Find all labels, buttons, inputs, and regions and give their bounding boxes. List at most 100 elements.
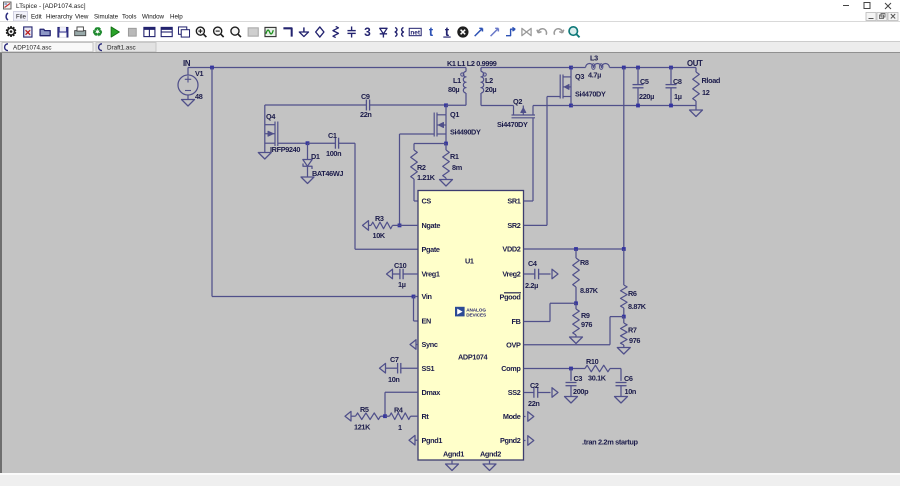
svg-text:100n: 100n xyxy=(326,149,341,158)
svg-text:Si4490DY: Si4490DY xyxy=(450,128,481,137)
svg-text:Rload: Rload xyxy=(702,76,721,85)
svg-text:Vreg2: Vreg2 xyxy=(502,270,520,279)
svg-text:EN: EN xyxy=(422,317,432,326)
svg-text:8m: 8m xyxy=(452,163,463,172)
svg-text:IN: IN xyxy=(183,59,191,68)
svg-text:C5: C5 xyxy=(640,77,649,86)
svg-text:♻: ♻ xyxy=(92,25,103,39)
svg-text:D1: D1 xyxy=(311,152,320,161)
svg-text:t: t xyxy=(429,24,434,39)
svg-text:R10: R10 xyxy=(586,357,599,366)
svg-text:Sync: Sync xyxy=(422,340,438,349)
svg-text:20µ: 20µ xyxy=(485,85,496,94)
svg-text:BAT46WJ: BAT46WJ xyxy=(312,169,343,178)
svg-text:Dmax: Dmax xyxy=(422,388,441,397)
svg-text:C1: C1 xyxy=(328,131,337,140)
svg-text:2.2µ: 2.2µ xyxy=(525,281,538,290)
svg-text:Ngate: Ngate xyxy=(422,221,441,230)
svg-text:Si4470DY: Si4470DY xyxy=(575,90,606,99)
svg-text:View: View xyxy=(75,14,89,21)
svg-text:R8: R8 xyxy=(580,258,589,267)
svg-text:30.1K: 30.1K xyxy=(588,374,607,383)
svg-text:121K: 121K xyxy=(354,423,371,432)
svg-text:Q2: Q2 xyxy=(513,97,522,106)
svg-text:⚙: ⚙ xyxy=(5,25,17,40)
svg-text:SS1: SS1 xyxy=(422,364,435,373)
svg-text:Agnd2: Agnd2 xyxy=(480,450,501,459)
svg-text:Q4: Q4 xyxy=(266,112,276,121)
svg-text:K1 L1 L2 0.9999: K1 L1 L2 0.9999 xyxy=(447,59,497,68)
svg-text:220µ: 220µ xyxy=(639,92,654,101)
svg-text:U1: U1 xyxy=(465,257,474,266)
svg-text:976: 976 xyxy=(581,320,592,329)
svg-text:VDD2: VDD2 xyxy=(502,245,520,254)
svg-text:3: 3 xyxy=(364,25,371,39)
svg-text:Hierarchy: Hierarchy xyxy=(46,14,73,21)
svg-text:R2: R2 xyxy=(417,163,426,172)
svg-text:OVP: OVP xyxy=(506,340,521,349)
svg-text:12: 12 xyxy=(702,88,710,97)
svg-text:Si4470DY: Si4470DY xyxy=(497,120,528,129)
svg-text:1µ: 1µ xyxy=(674,92,682,101)
svg-text:L2: L2 xyxy=(485,76,493,85)
svg-text:R6: R6 xyxy=(628,289,637,298)
svg-text:SR2: SR2 xyxy=(507,221,520,230)
svg-text:File: File xyxy=(16,14,27,21)
svg-text:R5: R5 xyxy=(360,405,369,414)
svg-text:10n: 10n xyxy=(625,387,637,396)
svg-text:C6: C6 xyxy=(624,374,633,383)
svg-text:10n: 10n xyxy=(388,375,400,384)
svg-text:Pgood: Pgood xyxy=(500,293,521,302)
svg-text:FB: FB xyxy=(511,317,520,326)
svg-text:DEVICES: DEVICES xyxy=(466,313,486,318)
svg-text:SS2: SS2 xyxy=(508,388,521,397)
svg-text:Pgate: Pgate xyxy=(422,245,440,254)
svg-text:1: 1 xyxy=(398,423,402,432)
svg-text:Edit: Edit xyxy=(31,14,42,21)
svg-text:C9: C9 xyxy=(361,92,370,101)
svg-text:V1: V1 xyxy=(195,69,204,78)
svg-text:1µ: 1µ xyxy=(398,280,406,289)
svg-text:Vin: Vin xyxy=(422,292,432,301)
svg-text:Pgnd1: Pgnd1 xyxy=(422,436,443,445)
svg-text:L3: L3 xyxy=(590,54,598,63)
svg-text:R9: R9 xyxy=(581,311,590,320)
svg-text:C10: C10 xyxy=(394,261,407,270)
svg-text:8.87K: 8.87K xyxy=(580,286,599,295)
svg-text:C8: C8 xyxy=(673,77,682,86)
svg-text:C4: C4 xyxy=(528,259,538,268)
svg-text:1.21K: 1.21K xyxy=(417,173,436,182)
svg-text:Agnd1: Agnd1 xyxy=(443,450,464,459)
svg-text:R3: R3 xyxy=(375,214,384,223)
svg-text:Window: Window xyxy=(142,14,165,21)
svg-text:R7: R7 xyxy=(628,326,637,335)
svg-text:.tran 2.2m startup: .tran 2.2m startup xyxy=(582,438,639,447)
svg-text:200p: 200p xyxy=(573,387,589,396)
svg-text:C3: C3 xyxy=(574,374,583,383)
svg-text:Comp: Comp xyxy=(501,364,521,373)
svg-text:22n: 22n xyxy=(360,110,372,119)
svg-text:80µ: 80µ xyxy=(448,85,459,94)
svg-text:OUT: OUT xyxy=(687,59,703,68)
svg-text:Help: Help xyxy=(170,14,183,21)
svg-text:Simulate: Simulate xyxy=(94,14,119,21)
svg-text:Mode: Mode xyxy=(503,412,521,421)
svg-text:Q1: Q1 xyxy=(450,110,459,119)
svg-text:4.7µ: 4.7µ xyxy=(588,71,601,80)
svg-text:net: net xyxy=(410,30,421,37)
svg-text:L1: L1 xyxy=(453,76,461,85)
svg-text:Tools: Tools xyxy=(122,14,136,21)
svg-text:C7: C7 xyxy=(390,355,399,364)
svg-text:Q3: Q3 xyxy=(575,72,584,81)
svg-text:Pgnd2: Pgnd2 xyxy=(500,436,521,445)
svg-text:C2: C2 xyxy=(530,381,539,390)
svg-text:LTspice - [ADP1074.asc]: LTspice - [ADP1074.asc] xyxy=(16,3,86,10)
svg-text:976: 976 xyxy=(629,336,640,345)
svg-text:CS: CS xyxy=(422,197,432,206)
svg-text:Vreg1: Vreg1 xyxy=(422,270,440,279)
svg-text:22n: 22n xyxy=(528,399,540,408)
svg-text:ADP1074: ADP1074 xyxy=(458,353,488,362)
svg-text:R4: R4 xyxy=(394,406,404,415)
svg-text:48: 48 xyxy=(195,92,203,101)
svg-text:SR1: SR1 xyxy=(507,197,520,206)
